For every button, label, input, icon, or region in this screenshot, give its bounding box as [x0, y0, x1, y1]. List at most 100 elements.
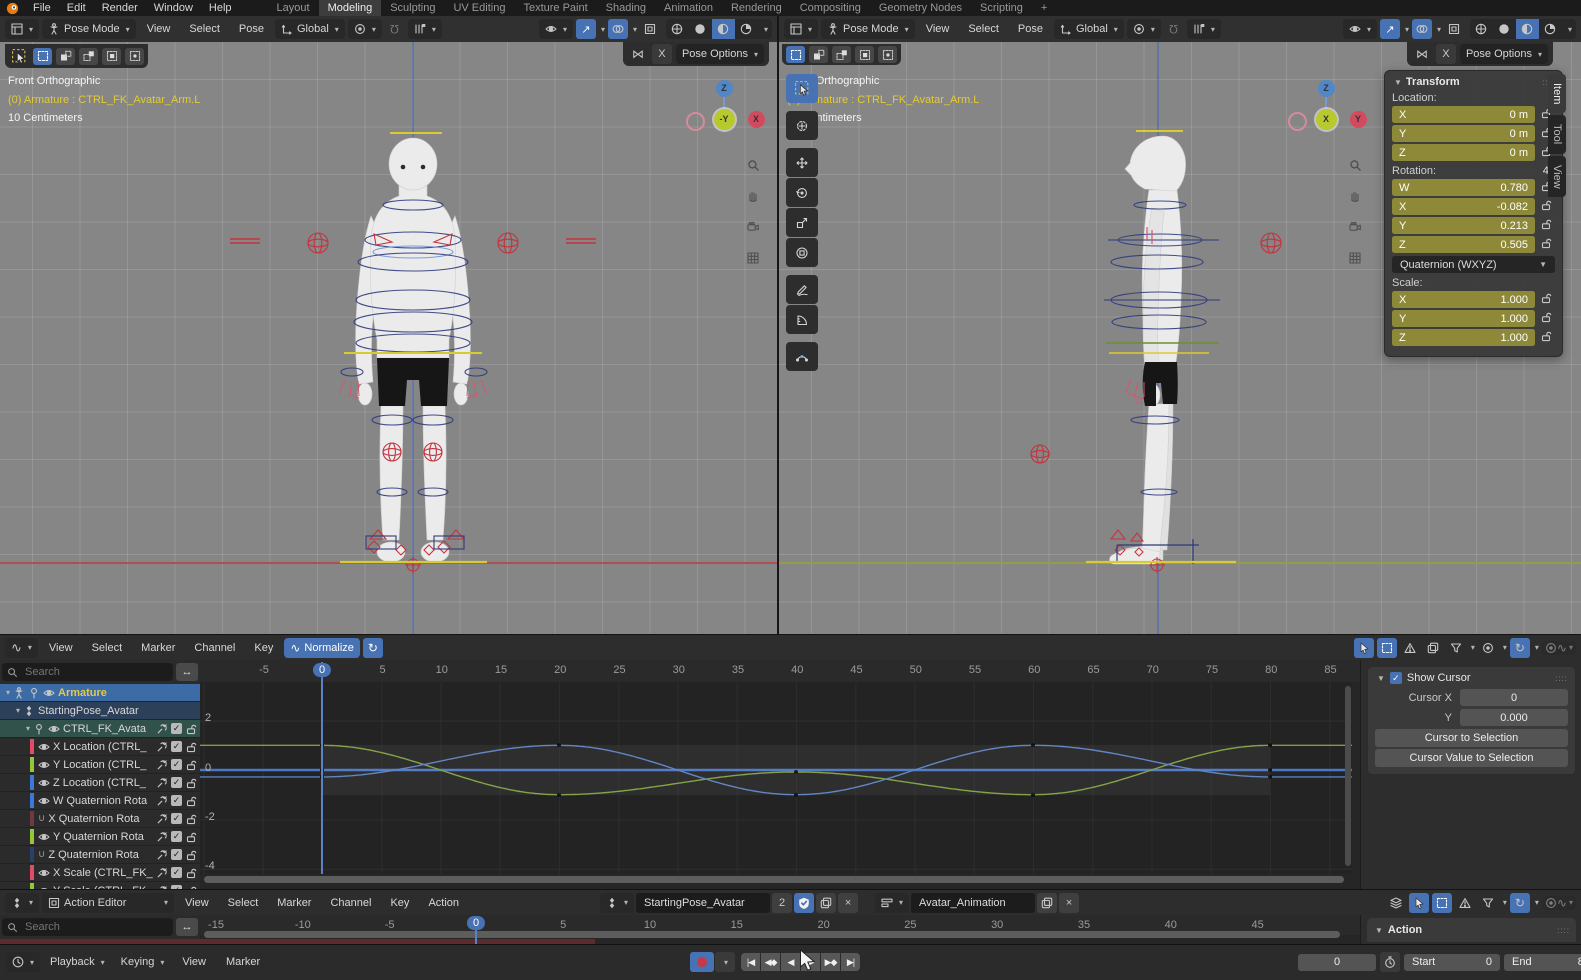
select-mode-intersect[interactable] — [878, 46, 897, 63]
rotation-z-field[interactable]: Z0.505 — [1392, 236, 1535, 253]
chevron-down-icon[interactable]: ▾ — [633, 25, 637, 34]
modifier-wrench-icon[interactable] — [156, 831, 168, 843]
workspace-tab-rendering[interactable]: Rendering — [722, 0, 791, 16]
eye-icon[interactable] — [38, 741, 50, 753]
topbar-menu-file[interactable]: File — [25, 2, 59, 14]
mirror-x-button[interactable]: X — [1436, 44, 1456, 64]
timeline-menu-view[interactable]: View — [174, 956, 214, 968]
use-preview-range-toggle[interactable] — [1380, 952, 1400, 972]
filter-channels[interactable] — [1478, 893, 1498, 913]
snap-toggle[interactable]: Ω — [1164, 19, 1184, 39]
tool-rotate-button[interactable] — [786, 178, 818, 207]
select-mode-invert[interactable] — [855, 46, 874, 63]
lock-icon[interactable] — [185, 741, 197, 753]
timeline-menu-marker[interactable]: Marker — [218, 956, 268, 968]
jump-to-start-button[interactable]: |◀ — [741, 953, 760, 971]
modifier-wrench-icon[interactable] — [156, 849, 168, 861]
dope-search-input[interactable] — [23, 920, 168, 934]
lock-icon[interactable] — [1540, 311, 1552, 323]
chevron-down-icon[interactable]: ▾ — [16, 706, 20, 715]
only-show-errors[interactable] — [1400, 638, 1420, 658]
sidebar-tab-tool[interactable]: Tool — [1548, 115, 1566, 153]
tweak-tool[interactable] — [1409, 893, 1429, 913]
mode-select[interactable]: Pose Mode▾ — [42, 19, 136, 39]
pivot-select[interactable]: ▾ — [348, 19, 382, 39]
dope-menu-select[interactable]: Select — [220, 897, 267, 909]
channel-row[interactable]: X Location (CTRL_✓ — [0, 738, 200, 756]
graph-menu-channel[interactable]: Channel — [186, 642, 243, 654]
workspace-tab-uv-editing[interactable]: UV Editing — [444, 0, 514, 16]
shading-material-button[interactable] — [1516, 19, 1539, 39]
tool-select-box-button[interactable] — [786, 74, 818, 103]
dope-mode-select[interactable]: Action Editor▾ — [42, 893, 174, 913]
select-mode-extend[interactable] — [56, 48, 75, 65]
chevron-down-icon[interactable]: ▾ — [1437, 25, 1441, 34]
pivot-select[interactable]: ▾ — [1127, 19, 1161, 39]
current-frame-pill-graph[interactable]: 0 — [313, 663, 331, 677]
enable-checkbox[interactable]: ✓ — [171, 741, 182, 752]
pose-options-select[interactable]: Pose Options▾ — [1460, 44, 1548, 64]
location-z-field[interactable]: Z0 m — [1392, 144, 1535, 161]
box-select-mode[interactable] — [1377, 638, 1397, 658]
chevron-down-icon[interactable]: ▾ — [1405, 25, 1409, 34]
rotation-w-field[interactable]: W0.780 — [1392, 179, 1535, 196]
channel-row[interactable]: ∪Z Quaternion Rota✓ — [0, 846, 200, 864]
cursor-value-to-selection-button[interactable]: Cursor Value to Selection — [1375, 749, 1568, 767]
play-reverse-button[interactable]: ◀ — [781, 953, 800, 971]
graph-menu-key[interactable]: Key — [246, 642, 281, 654]
modifier-wrench-icon[interactable] — [156, 813, 168, 825]
shading-solid-button[interactable] — [1493, 19, 1516, 39]
workspace-tab-compositing[interactable]: Compositing — [791, 0, 870, 16]
snap-options[interactable]: ▾ — [1187, 19, 1221, 39]
shading-wireframe-button[interactable] — [1470, 19, 1493, 39]
box-select-mode[interactable] — [1432, 893, 1452, 913]
graph-vscrollbar[interactable] — [1345, 686, 1351, 866]
graph-menu-select[interactable]: Select — [84, 642, 131, 654]
gizmo-x-ball[interactable]: Y — [1350, 111, 1367, 128]
select-mode-set[interactable] — [786, 46, 805, 63]
channel-search[interactable] — [2, 663, 173, 681]
modifier-wrench-icon[interactable] — [156, 777, 168, 789]
editor-type-select[interactable]: ▾ — [784, 19, 818, 39]
scale-z-field[interactable]: Z1.000 — [1392, 329, 1535, 346]
modifier-wrench-icon[interactable] — [156, 759, 168, 771]
workspace-tab-geometry-nodes[interactable]: Geometry Nodes — [870, 0, 971, 16]
curve-area[interactable]: 20-2-4 — [200, 682, 1352, 874]
eye-icon[interactable] — [38, 759, 50, 771]
gizmo-z-ball[interactable]: Z — [716, 80, 733, 97]
x-mirror-toggle[interactable]: ⋈ — [1412, 44, 1432, 64]
rotation-mode-select[interactable]: Quaternion (WXYZ) ▼ — [1392, 256, 1555, 273]
channel-row[interactable]: ∪X Quaternion Rota✓ — [0, 810, 200, 828]
curve-hidden-icon[interactable]: ∪ — [38, 813, 45, 824]
workspace-tab-scripting[interactable]: Scripting — [971, 0, 1032, 16]
tool-pose-breakdowner-button[interactable] — [786, 342, 818, 371]
dope-search[interactable] — [2, 918, 173, 936]
sidebar-tab-view[interactable]: View — [1548, 156, 1566, 198]
normalize-toggle[interactable]: ∿Normalize — [284, 638, 360, 658]
modifier-wrench-icon[interactable] — [156, 723, 168, 735]
select-mode-subtract[interactable] — [79, 48, 98, 65]
select-mode-invert[interactable] — [102, 48, 121, 65]
enable-checkbox[interactable]: ✓ — [171, 795, 182, 806]
shading-solid-button[interactable] — [689, 19, 712, 39]
scale-y-field[interactable]: Y1.000 — [1392, 310, 1535, 327]
gizmo-front-ball[interactable]: X — [1316, 109, 1337, 130]
graph-menu-view[interactable]: View — [41, 642, 81, 654]
location-x-field[interactable]: X0 m — [1392, 106, 1535, 123]
dope-menu-marker[interactable]: Marker — [269, 897, 319, 909]
workspace-tab-sculpting[interactable]: Sculpting — [381, 0, 444, 16]
chevron-down-icon[interactable]: ▾ — [1535, 898, 1539, 907]
lock-icon[interactable] — [185, 849, 197, 861]
channel-row[interactable]: ▾Armature — [0, 684, 200, 702]
cursor-x-field[interactable]: 0 — [1460, 689, 1568, 706]
new-action-button[interactable] — [816, 893, 836, 913]
unlink-action-button[interactable]: × — [838, 893, 858, 913]
object-visibility-select[interactable]: ▾ — [539, 19, 573, 39]
chevron-down-icon[interactable]: ▾ — [1503, 898, 1507, 907]
select-mode-extend[interactable] — [809, 46, 828, 63]
next-keyframe-button[interactable]: ▶◆ — [821, 953, 840, 971]
fake-user-toggle[interactable] — [794, 893, 814, 913]
normalize-auto-button[interactable]: ↻ — [363, 638, 383, 658]
tool-move-button[interactable] — [786, 148, 818, 177]
chevron-down-icon[interactable]: ▾ — [6, 688, 10, 697]
